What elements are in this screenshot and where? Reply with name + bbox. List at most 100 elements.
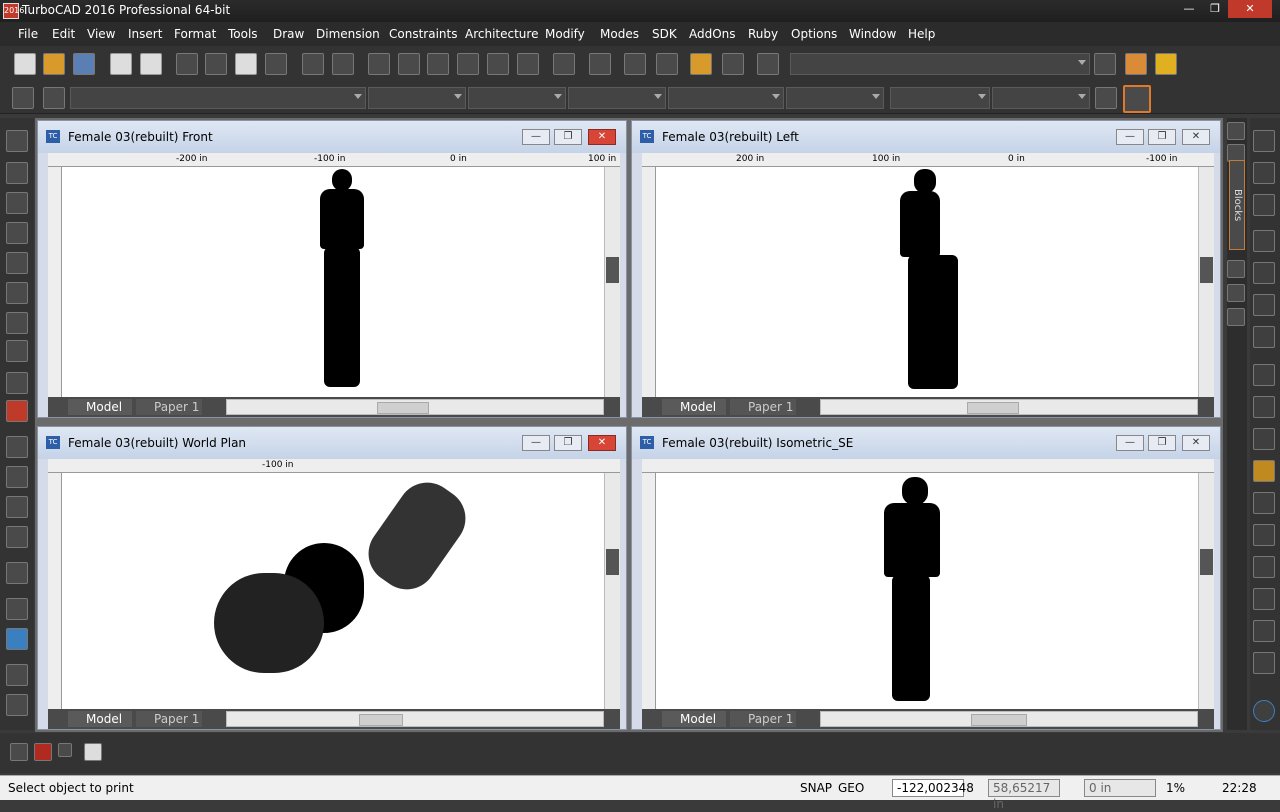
viewport-minimize-button[interactable]: — [1116,435,1144,451]
zoom-extents-icon[interactable] [457,53,479,75]
finish-flag-icon[interactable] [84,743,102,761]
cancel-snap-icon[interactable] [10,743,28,761]
scroll-thumb[interactable] [377,402,429,414]
line-icon[interactable] [6,222,28,244]
minimize-button[interactable]: — [1176,0,1202,18]
scroll-thumb[interactable] [1200,257,1213,283]
zoom-window-icon[interactable] [427,53,449,75]
modify-icon-10[interactable] [1253,428,1275,450]
circle-icon[interactable] [6,252,28,274]
viewport-minimize-button[interactable]: — [522,435,550,451]
explorer-icon[interactable] [690,53,712,75]
snap-toggle[interactable]: SNAP [800,781,832,795]
menu-ruby[interactable]: Ruby [748,27,778,41]
viewport-minimize-button[interactable]: — [522,129,550,145]
redo-icon[interactable] [332,53,354,75]
horizontal-scrollbar[interactable] [226,711,604,727]
drawing-canvas[interactable] [62,470,604,709]
x-coordinate-field[interactable]: -122,002348 [892,779,974,797]
scroll-thumb[interactable] [967,402,1019,414]
lineweight-combo[interactable] [568,87,666,109]
scroll-thumb[interactable] [606,549,619,575]
modify-icon-9[interactable] [1253,396,1275,418]
layer-combo[interactable] [70,87,366,109]
compass-icon[interactable] [1253,700,1275,722]
menu-window[interactable]: Window [849,27,896,41]
layout-icon[interactable] [6,664,28,686]
viewport-maximize-button[interactable]: ❐ [1148,129,1176,145]
3d-icon[interactable] [6,436,28,458]
surface-icon[interactable] [6,496,28,518]
menu-file[interactable]: File [18,27,38,41]
menu-dimension[interactable]: Dimension [316,27,380,41]
contacts-icon[interactable] [1125,53,1147,75]
modify-icon-6[interactable] [1253,294,1275,316]
design-director-icon[interactable] [1227,122,1245,140]
scroll-thumb[interactable] [359,714,403,726]
close-button[interactable]: ✕ [1228,0,1272,18]
zoom-page-icon[interactable] [487,53,509,75]
open-file-icon[interactable] [43,53,65,75]
modify-icon-17[interactable] [1253,652,1275,674]
model-tab[interactable]: Model [68,711,132,727]
settings-gear-icon[interactable] [12,87,34,109]
viewport-close-button[interactable]: ✕ [588,129,616,145]
point-line-icon[interactable] [6,192,28,214]
paper-tab[interactable]: Paper 1 [730,711,796,727]
viewport-close-button[interactable]: ✕ [588,435,616,451]
menu-modify[interactable]: Modify [545,27,585,41]
edit-tool-icon[interactable] [6,162,28,184]
menu-format[interactable]: Format [174,27,216,41]
settings-icon[interactable] [1227,284,1245,302]
zoom-all-icon[interactable] [517,53,539,75]
menu-architecture[interactable]: Architecture [465,27,538,41]
drawing-canvas[interactable] [656,167,1198,397]
model-tab[interactable]: Model [68,399,132,415]
zoom-out-icon[interactable] [398,53,420,75]
pen-combo[interactable] [786,87,884,109]
shape-icon[interactable] [6,400,28,422]
scroll-thumb[interactable] [1200,549,1213,575]
array-icon[interactable] [6,526,28,548]
material-icon[interactable] [656,53,678,75]
color-combo[interactable] [368,87,466,109]
grid-icon[interactable] [589,53,611,75]
drawing-canvas[interactable] [656,473,1198,709]
modify-icon-7[interactable] [1253,326,1275,348]
eraser-icon[interactable] [6,598,28,620]
menu-modes[interactable]: Modes [600,27,639,41]
modify-icon-14[interactable] [1253,556,1275,578]
brush-combo[interactable] [890,87,990,109]
point-icon[interactable] [6,312,28,334]
vertical-scrollbar[interactable] [1198,167,1214,397]
arc-icon[interactable] [6,282,28,304]
group-icon[interactable] [6,694,28,716]
style-combo[interactable] [668,87,784,109]
paste-icon[interactable] [235,53,257,75]
paper-tab[interactable]: Paper 1 [730,399,796,415]
print-icon[interactable] [110,53,132,75]
vertical-scrollbar[interactable] [604,167,620,397]
zoom-in-icon[interactable] [368,53,390,75]
new-file-icon[interactable] [14,53,36,75]
viewport-close-button[interactable]: ✕ [1182,129,1210,145]
format-painter-icon[interactable] [265,53,287,75]
paper-tab[interactable]: Paper 1 [136,711,202,727]
viewport-maximize-button[interactable]: ❐ [1148,435,1176,451]
layer-icon[interactable] [43,87,65,109]
z-coordinate-field[interactable]: 0 in [1084,779,1156,797]
select-arrow-icon[interactable] [6,130,28,152]
command-combo[interactable] [790,53,1090,75]
menu-insert[interactable]: Insert [128,27,162,41]
modify-icon-15[interactable] [1253,588,1275,610]
menu-tools[interactable]: Tools [228,27,258,41]
maximize-button[interactable]: ❐ [1202,0,1228,18]
modify-icon-5[interactable] [1253,262,1275,284]
scroll-thumb[interactable] [971,714,1027,726]
measure-icon[interactable] [6,562,28,584]
model-tab[interactable]: Model [662,399,726,415]
menu-view[interactable]: View [87,27,115,41]
mail-icon[interactable] [1155,53,1177,75]
menu-help[interactable]: Help [908,27,935,41]
modify-icon-1[interactable] [1253,130,1275,152]
